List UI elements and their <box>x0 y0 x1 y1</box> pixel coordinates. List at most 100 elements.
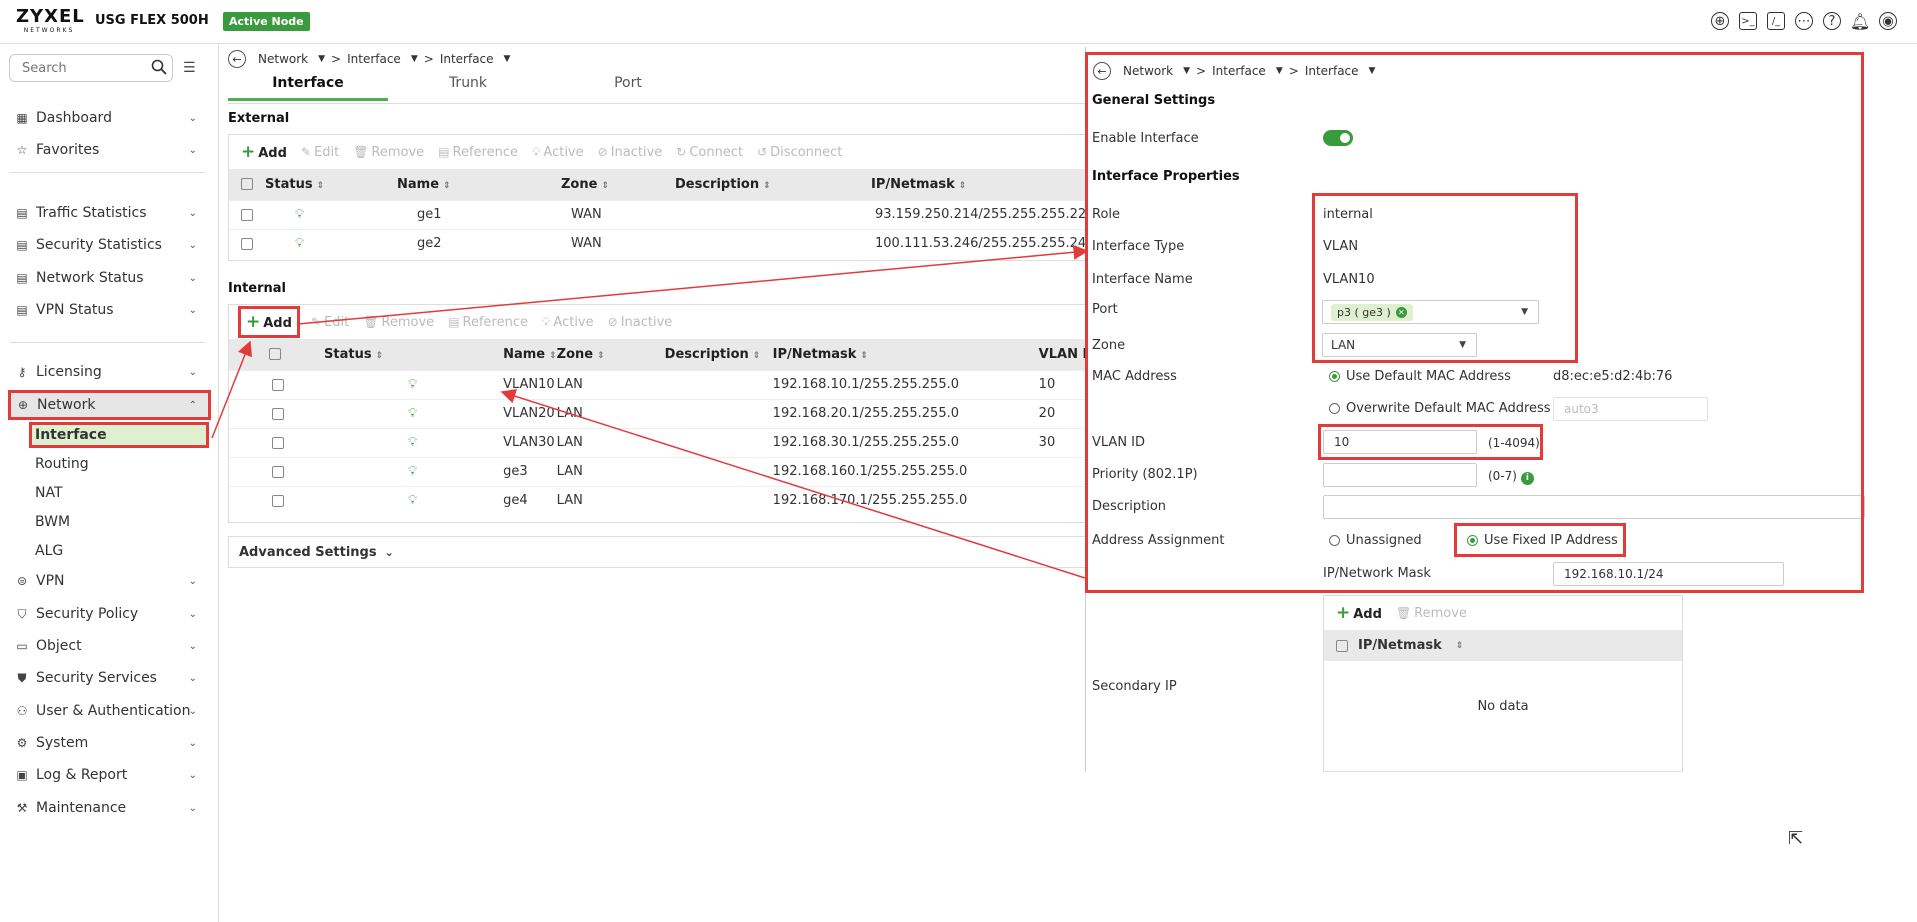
description-input[interactable] <box>1323 495 1865 519</box>
sort-icon[interactable]: ⇕ <box>601 181 609 191</box>
back-arrow-icon[interactable]: ← <box>1093 62 1111 80</box>
sort-icon[interactable]: ⇕ <box>860 351 868 361</box>
enable-interface-toggle[interactable] <box>1323 130 1353 146</box>
secondary-remove-button[interactable]: 🗑︎ Remove <box>1396 606 1467 621</box>
sort-icon[interactable]: ⇕ <box>597 351 605 361</box>
row-checkbox[interactable] <box>272 407 284 420</box>
zyxel-logo[interactable]: ZYXEL NETWORKS <box>16 8 84 34</box>
priority-input[interactable] <box>1323 463 1477 487</box>
tab-trunk[interactable]: Trunk <box>388 75 548 101</box>
user-icon[interactable]: ◉ <box>1879 12 1897 30</box>
back-arrow-icon[interactable]: ← <box>228 50 246 68</box>
sidebar-item-dashboard[interactable]: ▦ Dashboard ⌄ <box>0 103 211 133</box>
zone-select[interactable]: LAN ▼ <box>1322 333 1477 357</box>
sidebar-item-security-services[interactable]: ⛊ Security Services ⌄ <box>0 663 211 693</box>
select-all-checkbox[interactable] <box>1336 639 1348 652</box>
row-checkbox[interactable] <box>272 465 284 478</box>
port-chip[interactable]: p3 ( ge3 ) ✕ <box>1331 303 1413 321</box>
sidebar-item-traffic-statistics[interactable]: ▤ Traffic Statistics ⌄ <box>0 198 211 228</box>
external-disconnect-button[interactable]: ↺ Disconnect <box>757 145 842 160</box>
mac-overwrite-input[interactable]: auto3 <box>1553 397 1708 421</box>
globe-icon[interactable]: ⊕ <box>1711 12 1729 30</box>
sort-icon[interactable]: ⇕ <box>549 351 557 361</box>
caret-down-icon[interactable]: ▼ <box>504 54 511 64</box>
sort-icon[interactable]: ⇕ <box>317 181 325 191</box>
mac-default-radio[interactable]: Use Default MAC Address <box>1329 369 1511 384</box>
caret-down-icon[interactable]: ▼ <box>411 54 418 64</box>
collapse-sidebar-icon[interactable]: ☰ <box>183 60 196 76</box>
search-icon[interactable] <box>151 59 167 75</box>
sidebar-item-security-policy[interactable]: ⛉ Security Policy ⌄ <box>0 599 211 629</box>
external-active-button[interactable]: 💡︎ Active <box>532 145 584 160</box>
sidebar-sub-bwm[interactable]: BWM <box>29 509 209 535</box>
sidebar-item-system[interactable]: ⚙ System ⌄ <box>0 728 211 758</box>
sidebar-sub-routing[interactable]: Routing <box>29 451 209 477</box>
external-add-button[interactable]: + Add <box>241 142 287 162</box>
caret-down-icon[interactable]: ▼ <box>1276 66 1283 76</box>
internal-active-button[interactable]: 💡︎ Active <box>542 315 594 330</box>
sort-icon[interactable]: ⇕ <box>959 181 967 191</box>
caret-down-icon[interactable]: ▼ <box>1369 66 1376 76</box>
row-checkbox[interactable] <box>241 237 253 250</box>
remove-chip-icon[interactable]: ✕ <box>1395 306 1407 318</box>
internal-edit-button[interactable]: ✎ Edit <box>311 315 349 330</box>
tab-interface[interactable]: Interface <box>228 75 388 101</box>
search-input[interactable] <box>9 54 173 82</box>
info-icon[interactable]: i <box>1520 471 1534 485</box>
port-select[interactable]: p3 ( ge3 ) ✕ ▼ <box>1322 300 1539 324</box>
sidebar-item-security-statistics[interactable]: ▤ Security Statistics ⌄ <box>0 230 211 260</box>
row-checkbox[interactable] <box>272 436 284 449</box>
internal-inactive-button[interactable]: ⊘ Inactive <box>608 315 673 330</box>
caret-down-icon[interactable]: ▼ <box>1183 66 1190 76</box>
address-fixed-radio[interactable]: Use Fixed IP Address <box>1467 533 1618 548</box>
internal-reference-button[interactable]: ▤ Reference <box>448 315 528 330</box>
external-edit-button[interactable]: ✎ Edit <box>301 145 339 160</box>
sidebar-item-user-authentication[interactable]: ⚇ User & Authentication ⌄ <box>0 696 211 726</box>
caret-down-icon[interactable]: ▼ <box>318 54 325 64</box>
sidebar-item-network-status[interactable]: ▤ Network Status ⌄ <box>0 263 211 293</box>
internal-add-button[interactable]: + Add <box>238 306 300 338</box>
sidebar-sub-interface[interactable]: Interface <box>29 422 209 448</box>
vlan-id-input[interactable]: 10 <box>1323 430 1477 454</box>
external-inactive-button[interactable]: ⊘ Inactive <box>598 145 663 160</box>
row-checkbox[interactable] <box>272 494 284 507</box>
mac-overwrite-radio[interactable]: Overwrite Default MAC Address <box>1329 401 1551 416</box>
terminal-icon[interactable]: >_ <box>1739 12 1757 30</box>
row-checkbox[interactable] <box>272 378 284 391</box>
sidebar-item-log-report[interactable]: ▣ Log & Report ⌄ <box>0 760 211 790</box>
sort-icon[interactable]: ⇕ <box>1456 641 1464 651</box>
sidebar-item-licensing[interactable]: ⚷ Licensing ⌄ <box>0 357 211 387</box>
sidebar-item-vpn-status[interactable]: ▤ VPN Status ⌄ <box>0 295 211 325</box>
internal-remove-button[interactable]: 🗑︎ Remove <box>363 315 434 330</box>
sidebar-sub-alg[interactable]: ALG <box>29 538 209 564</box>
log-icon: ▣ <box>16 768 28 782</box>
select-all-checkbox[interactable] <box>269 348 281 361</box>
address-unassigned-radio[interactable]: Unassigned <box>1329 533 1422 548</box>
ip-network-mask-input[interactable]: 192.168.10.1/24 <box>1553 562 1784 586</box>
help-icon[interactable]: ? <box>1823 12 1841 30</box>
interface-name-label: Interface Name <box>1092 272 1193 287</box>
cli-icon[interactable]: /_ <box>1767 12 1785 30</box>
dashboard-icon: ▦ <box>16 111 28 125</box>
external-connect-button[interactable]: ↻ Connect <box>676 145 743 160</box>
sort-icon[interactable]: ⇕ <box>753 351 761 361</box>
status-bulb-icon: 💡︎ <box>295 236 305 252</box>
sort-icon[interactable]: ⇕ <box>443 181 451 191</box>
sidebar-sub-nat[interactable]: NAT <box>29 480 209 506</box>
external-reference-button[interactable]: ▤ Reference <box>438 145 518 160</box>
sidebar-item-vpn[interactable]: ⊜ VPN ⌄ <box>0 566 211 596</box>
more-icon[interactable]: ⋯ <box>1795 12 1813 30</box>
bell-icon[interactable]: 🔔︎ <box>1850 12 1870 31</box>
sidebar-item-network[interactable]: ⊕ Network ⌃ <box>8 390 211 420</box>
sort-icon[interactable]: ⇕ <box>763 181 771 191</box>
sidebar-item-object[interactable]: ▭ Object ⌄ <box>0 631 211 661</box>
secondary-add-button[interactable]: + Add <box>1336 603 1382 623</box>
sidebar-item-favorites[interactable]: ☆ Favorites ⌄ <box>0 135 211 165</box>
external-remove-button[interactable]: 🗑︎ Remove <box>353 145 424 160</box>
tab-port[interactable]: Port <box>548 75 708 101</box>
sort-icon[interactable]: ⇕ <box>376 351 384 361</box>
top-bar: ZYXEL NETWORKS USG FLEX 500H Active Node… <box>0 0 1917 44</box>
row-checkbox[interactable] <box>241 208 253 221</box>
select-all-checkbox[interactable] <box>241 178 253 191</box>
sidebar-item-maintenance[interactable]: ⚒ Maintenance ⌄ <box>0 793 211 823</box>
